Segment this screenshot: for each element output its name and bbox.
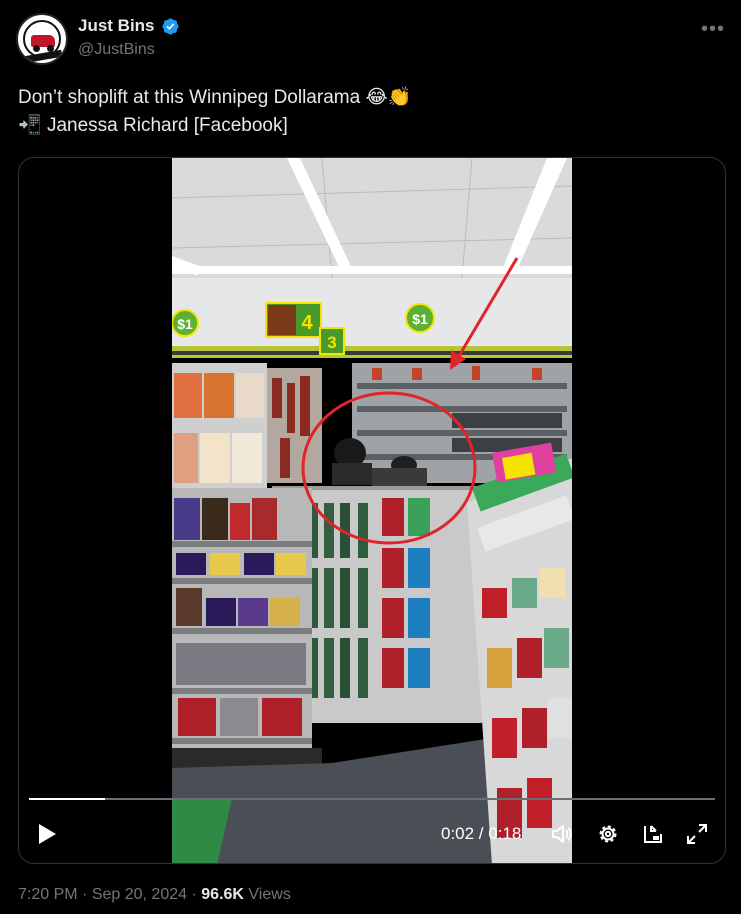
mobile-arrow-emoji: 📲	[18, 115, 42, 136]
tweet-time[interactable]: 7:20 PM	[18, 886, 78, 903]
svg-text:$1: $1	[177, 316, 193, 332]
svg-text:$1: $1	[412, 311, 428, 327]
fullscreen-expand-icon[interactable]	[685, 822, 709, 846]
svg-text:4: 4	[301, 312, 313, 334]
wheel-icon	[33, 45, 40, 52]
meta-separator: ·	[191, 886, 197, 903]
tweet-date[interactable]: Sep 20, 2024	[92, 886, 187, 903]
aisle-sign-4: 4	[265, 302, 322, 338]
store-scene: $1 $1 4 3	[172, 158, 572, 863]
views-count: 96.6K	[201, 886, 244, 903]
volume-icon[interactable]	[550, 822, 574, 846]
verified-badge-icon	[161, 17, 179, 35]
tweet-line-1-text: Don’t shoplift at this Winnipeg Dollaram…	[18, 87, 361, 108]
settings-gear-icon[interactable]	[596, 822, 620, 846]
tears-of-joy-emoji: 😂	[365, 87, 388, 108]
video-time: 0:02 / 0:18	[441, 824, 522, 843]
avatar[interactable]	[16, 13, 68, 65]
author-display-name[interactable]: Just Bins	[78, 16, 155, 36]
author-handle[interactable]: @JustBins	[78, 41, 155, 59]
dollar-sign-left: $1	[172, 309, 199, 337]
dollar-sign-right: $1	[405, 303, 435, 333]
meta-separator: ·	[82, 886, 88, 903]
more-horizontal-icon[interactable]: •••	[701, 18, 725, 41]
video-progress-fill	[29, 798, 106, 800]
tweet-line-2-text: Janessa Richard [Facebook]	[46, 115, 288, 136]
tweet-meta: 7:20 PM · Sep 20, 2024 · 96.6K Views	[18, 886, 291, 904]
video-progress-bar[interactable]	[29, 798, 715, 800]
aisle-sign-3: 3	[319, 327, 345, 355]
svg-text:3: 3	[327, 333, 336, 352]
video-frame[interactable]: $1 $1 4 3	[172, 158, 572, 863]
video-controls: 0:02 / 0:18	[19, 813, 725, 853]
tweet-line-2: 📲 Janessa Richard [Facebook]	[18, 112, 411, 140]
clapping-hands-emoji: 👏	[387, 87, 412, 108]
tweet-text: Don’t shoplift at this Winnipeg Dollaram…	[18, 84, 411, 140]
media-container: $1 $1 4 3 0:02 / 0:18	[18, 157, 726, 864]
author-name-row[interactable]: Just Bins	[78, 16, 180, 36]
views-label: Views	[248, 886, 291, 903]
tweet-line-1: Don’t shoplift at this Winnipeg Dollaram…	[18, 84, 411, 112]
picture-in-picture-icon[interactable]	[641, 822, 665, 846]
play-icon[interactable]	[37, 823, 57, 845]
